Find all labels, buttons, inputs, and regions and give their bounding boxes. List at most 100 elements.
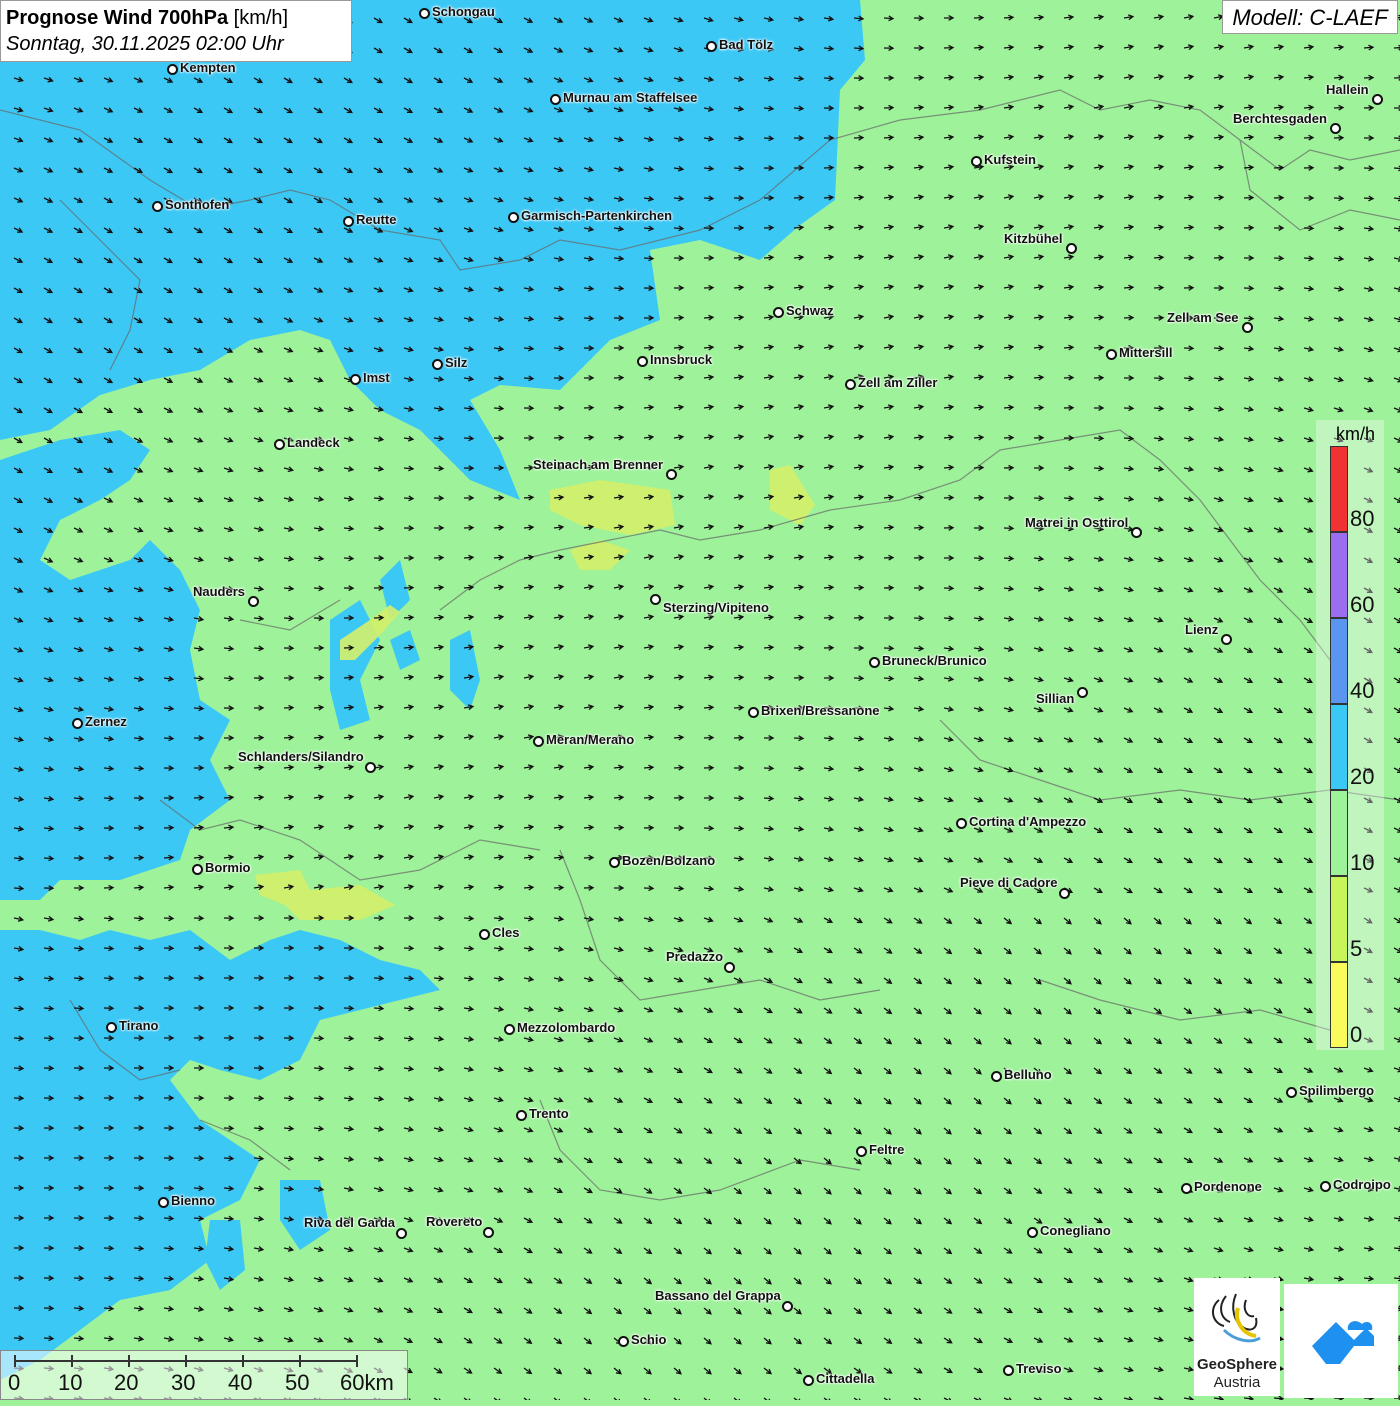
legend-swatch xyxy=(1330,532,1348,618)
geosphere-swirl-icon xyxy=(1212,1293,1261,1343)
legend-swatch xyxy=(1330,962,1348,1048)
city-label: Cles xyxy=(492,925,520,940)
city-dot xyxy=(152,201,163,212)
city-label: Riva del Garda xyxy=(304,1215,396,1230)
city-dot xyxy=(618,1336,629,1347)
city-dot xyxy=(803,1375,814,1386)
city-label: Matrei in Osttirol xyxy=(1025,515,1129,530)
city-dot xyxy=(856,1146,867,1157)
city-label: Zell am See xyxy=(1167,310,1239,325)
city-label: Garmisch-Partenkirchen xyxy=(521,208,673,223)
city-label: Bozen/Bolzano xyxy=(622,853,716,868)
city-label: Sillian xyxy=(1036,691,1075,706)
city-label: Berchtesgaden xyxy=(1233,111,1327,126)
city-dot xyxy=(72,718,83,729)
city-label: Belluno xyxy=(1004,1067,1052,1082)
city-label: Cortina d'Ampezzo xyxy=(969,814,1087,829)
city-label: Treviso xyxy=(1016,1361,1062,1376)
scale-label: 40 xyxy=(228,1370,253,1395)
city-label: Mittersill xyxy=(1119,345,1173,360)
city-dot xyxy=(483,1227,494,1238)
city-label: Meran/Merano xyxy=(546,732,635,747)
title-main: Prognose Wind 700hPa xyxy=(6,7,229,29)
city-dot xyxy=(1286,1087,1297,1098)
geosphere-country: Austria xyxy=(1213,1374,1261,1391)
legend-swatch xyxy=(1330,790,1348,876)
map-title-box: Prognose Wind 700hPa [km/h] Sonntag, 30.… xyxy=(0,0,352,62)
city-label: Reutte xyxy=(356,212,397,227)
city-dot xyxy=(533,736,544,747)
scale-label: 20 xyxy=(114,1370,139,1395)
city-dot xyxy=(637,356,648,367)
city-dot xyxy=(1066,243,1077,254)
legend-label: 0 xyxy=(1350,1022,1363,1047)
city-label: Cittadella xyxy=(816,1371,875,1386)
scale-label: 60km xyxy=(340,1370,394,1395)
city-label: Bienno xyxy=(171,1193,216,1208)
map-title: Prognose Wind 700hPa [km/h] xyxy=(6,5,346,31)
city-dot xyxy=(1027,1227,1038,1238)
city-label: Mezzolombardo xyxy=(517,1020,616,1035)
legend-swatch xyxy=(1330,446,1348,532)
city-dot xyxy=(516,1110,527,1121)
city-dot xyxy=(1003,1365,1014,1376)
geosphere-name: GeoSphere xyxy=(1196,1356,1278,1373)
city-label: Brixen/Bressanone xyxy=(761,703,880,718)
city-label: Schlanders/Silandro xyxy=(238,749,364,764)
city-label: Zell am Ziller xyxy=(858,375,938,390)
model-label: Modell: C-LAEF xyxy=(1222,0,1398,34)
legend-swatch xyxy=(1330,876,1348,962)
city-dot xyxy=(666,469,677,480)
city-label: Rovereto xyxy=(426,1214,483,1229)
city-dot xyxy=(365,762,376,773)
city-label: Bassano del Grappa xyxy=(655,1288,781,1303)
scale-label: 10 xyxy=(58,1370,83,1395)
city-dot xyxy=(1131,527,1142,538)
city-dot xyxy=(706,41,717,52)
title-unit: [km/h] xyxy=(233,7,289,29)
city-label: Pieve di Cadore xyxy=(960,875,1058,890)
city-label: Lienz xyxy=(1185,622,1219,637)
city-label: Nauders xyxy=(193,584,246,599)
city-dot xyxy=(1077,687,1088,698)
city-dot xyxy=(1330,123,1341,134)
legend-label: 5 xyxy=(1350,936,1363,961)
city-dot xyxy=(773,307,784,318)
city-dot xyxy=(956,818,967,829)
city-dot xyxy=(432,359,443,370)
city-label: Pordenone xyxy=(1194,1179,1262,1194)
city-label: Sonthofen xyxy=(165,197,230,212)
city-label: Hallein xyxy=(1326,82,1369,97)
city-label: Murnau am Staffelsee xyxy=(563,90,698,105)
city-label: Codroipo xyxy=(1333,1177,1391,1192)
city-label: Tirano xyxy=(119,1018,159,1033)
city-dot xyxy=(845,379,856,390)
city-dot xyxy=(396,1228,407,1239)
city-label: Kempten xyxy=(180,60,236,75)
city-dot xyxy=(508,212,519,223)
city-dot xyxy=(343,216,354,227)
scale-label: 0 xyxy=(8,1370,21,1395)
city-dot xyxy=(869,657,880,668)
city-dot xyxy=(192,864,203,875)
city-dot xyxy=(550,94,561,105)
partner-logo xyxy=(1284,1284,1398,1398)
city-label: Schwaz xyxy=(786,303,834,318)
forecast-datetime: Sonntag, 30.11.2025 02:00 Uhr xyxy=(6,33,284,55)
city-label: Imst xyxy=(363,370,390,385)
city-label: Trento xyxy=(529,1106,569,1121)
city-dot xyxy=(167,64,178,75)
mountain-cloud-icon xyxy=(1312,1321,1374,1364)
city-dot xyxy=(1320,1181,1331,1192)
legend-swatch xyxy=(1330,704,1348,790)
city-dot xyxy=(1106,349,1117,360)
city-label: Bruneck/Brunico xyxy=(882,653,987,668)
legend-label: 40 xyxy=(1350,678,1375,703)
city-dot xyxy=(991,1071,1002,1082)
city-label: Conegliano xyxy=(1040,1223,1111,1238)
city-label: Feltre xyxy=(869,1142,905,1157)
city-label: Bormio xyxy=(205,860,251,875)
city-dot xyxy=(1372,94,1383,105)
scale-label: 30 xyxy=(171,1370,196,1395)
city-label: Steinach am Brenner xyxy=(533,457,664,472)
